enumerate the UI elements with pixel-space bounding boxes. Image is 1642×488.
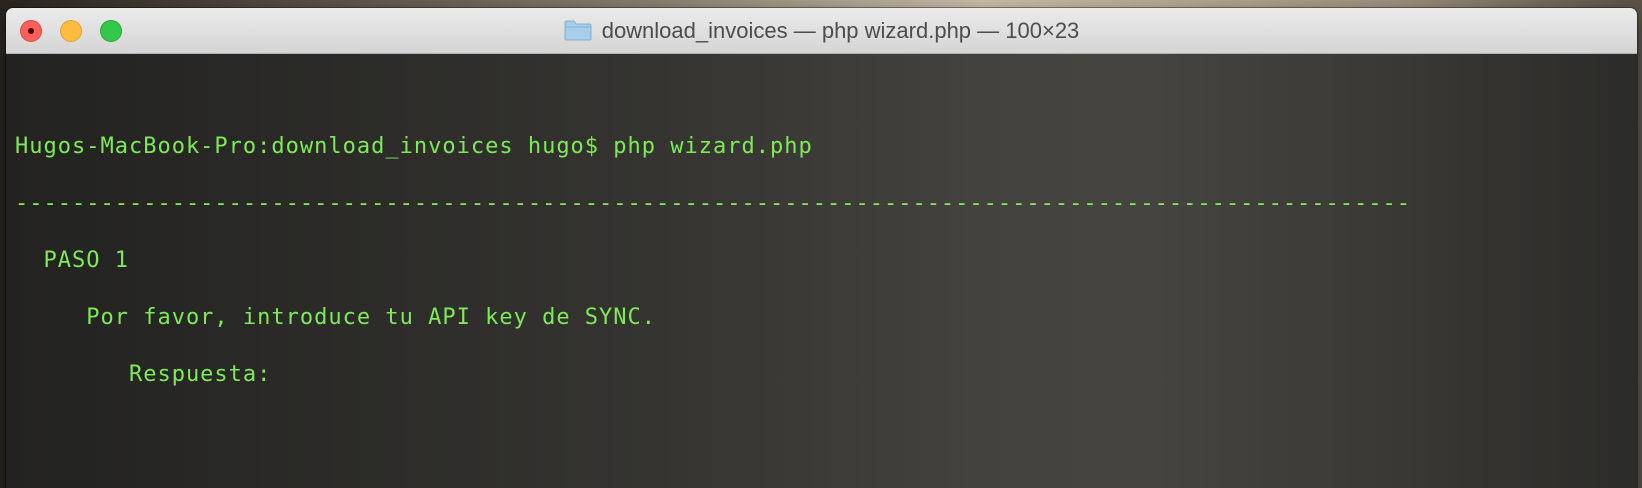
terminal-content[interactable]: Hugos-MacBook-Pro:download_invoices hugo… xyxy=(6,54,1637,488)
terminal-window: download_invoices — php wizard.php — 100… xyxy=(6,8,1637,488)
step-title: PASO 1 xyxy=(15,248,129,273)
shell-prompt-line: Hugos-MacBook-Pro:download_invoices hugo… xyxy=(15,134,813,159)
separator-line: ----------------------------------------… xyxy=(15,191,1412,216)
window-title: download_invoices — php wizard.php — 100… xyxy=(601,17,1080,43)
folder-icon xyxy=(564,20,592,41)
answer-label: Respuesta: xyxy=(15,362,272,387)
terminal-scrollbar[interactable] xyxy=(1621,54,1637,488)
desktop-background: download_invoices — php wizard.php — 100… xyxy=(0,0,1642,488)
question-text: Por favor, introduce tu API key de SYNC. xyxy=(15,305,657,330)
window-titlebar[interactable]: download_invoices — php wizard.php — 100… xyxy=(6,8,1637,54)
window-title-container: download_invoices — php wizard.php — 100… xyxy=(6,8,1637,53)
